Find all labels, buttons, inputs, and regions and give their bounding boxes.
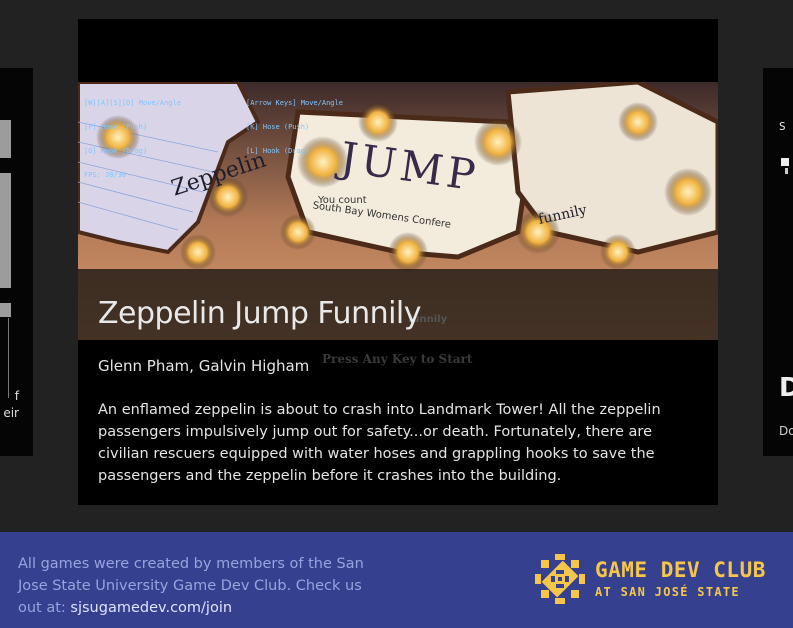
hud-line: [Arrow Keys] Move/Angle xyxy=(246,99,343,107)
hud-line: [W][A][S][D] Move/Angle xyxy=(84,99,181,107)
hud-line: [G] Hook (Drag) xyxy=(84,147,148,155)
next-card-pixel-icon xyxy=(781,158,789,166)
game-dev-club-logo[interactable]: GAME DEV CLUB AT SAN JOSÉ STATE xyxy=(533,552,778,608)
next-card-pixel-text: S xyxy=(779,120,787,133)
game-authors: Glenn Pham, Galvin Higham xyxy=(98,357,310,375)
next-card-title: D xyxy=(779,373,793,403)
footer: All games were created by members of the… xyxy=(0,532,793,628)
game-description: An enflamed zeppelin is about to crash i… xyxy=(98,402,661,484)
previous-card-thumbnail-bar xyxy=(0,173,11,288)
hud-line: [K] Hose (Push) xyxy=(246,123,310,131)
next-game-card[interactable]: S D Do xyxy=(763,68,793,456)
game-carousel: f eir S D Do [W][A][S][D] Move/Angle [F]… xyxy=(0,0,793,532)
hud-line: FPS: 30/30 xyxy=(84,171,127,179)
previous-card-thumbnail-bar xyxy=(0,303,11,317)
join-link[interactable]: sjsugamedev.com/join xyxy=(70,600,232,616)
club-logo-icon xyxy=(535,554,585,604)
previous-card-text-line: f xyxy=(14,389,19,403)
game-card[interactable]: [W][A][S][D] Move/Angle [F] Hose (Push) … xyxy=(78,19,718,505)
footer-text: All games were created by members of the… xyxy=(18,553,388,619)
previous-card-text-line: eir xyxy=(3,406,19,420)
hud-line: [F] Hose (Push) xyxy=(84,123,148,131)
previous-card-description: f eir xyxy=(0,388,19,422)
press-any-key-text: Press Any Key to Start xyxy=(322,352,473,366)
previous-game-card[interactable]: f eir xyxy=(0,68,33,456)
previous-card-thumbnail-bar xyxy=(0,120,11,158)
hud-player1-controls: [W][A][S][D] Move/Angle [F] Hose (Push) … xyxy=(84,83,181,195)
next-card-authors: Do xyxy=(779,424,793,438)
logo-subtitle: AT SAN JOSÉ STATE xyxy=(595,585,740,599)
next-card-pixel-mark xyxy=(785,168,788,174)
game-title: Zeppelin Jump Funnily xyxy=(98,296,422,331)
previous-card-divider xyxy=(8,318,9,398)
logo-title: GAME DEV CLUB xyxy=(595,558,766,582)
